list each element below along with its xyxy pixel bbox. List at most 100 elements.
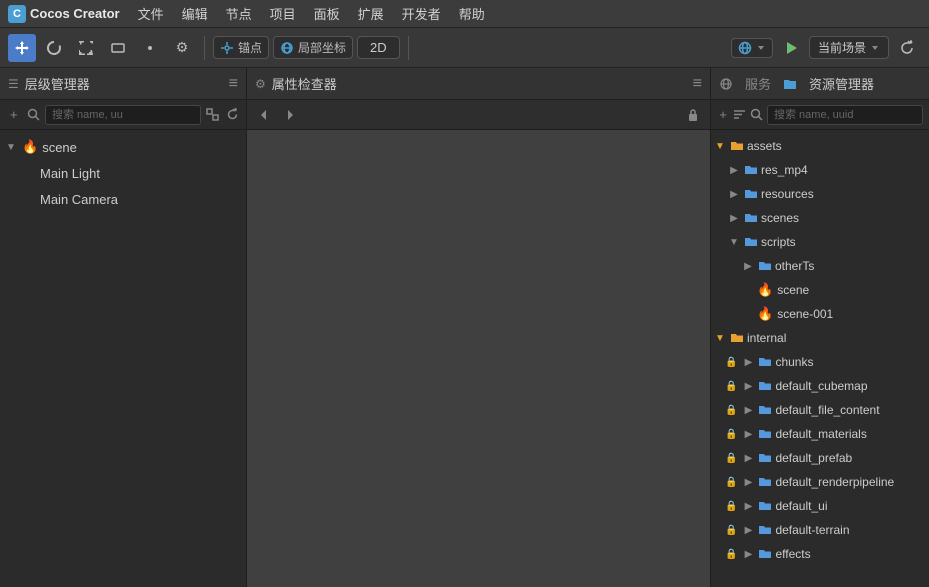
arrow-scenes[interactable]: ▶ bbox=[727, 211, 741, 225]
tab-assets[interactable]: 资源管理器 bbox=[801, 71, 882, 96]
asset-item-internal[interactable]: ▼ internal bbox=[711, 326, 929, 350]
hierarchy-search-input[interactable] bbox=[45, 105, 201, 125]
folder-icon-internal bbox=[729, 330, 745, 346]
menu-file[interactable]: 文件 bbox=[130, 1, 172, 26]
scene-fire-icon-001: 🔥 bbox=[757, 306, 773, 322]
asset-item-default-cubemap[interactable]: 🔒 ▶ default_cubemap bbox=[711, 374, 929, 398]
asset-item-scenes[interactable]: ▶ scenes bbox=[711, 206, 929, 230]
right-panel: 服务 资源管理器 + bbox=[710, 68, 929, 587]
asset-item-otherts[interactable]: ▶ otherTs bbox=[711, 254, 929, 278]
arrow-materials[interactable]: ▶ bbox=[741, 427, 755, 441]
arrow-internal[interactable]: ▼ bbox=[713, 331, 727, 345]
rect-tool-button[interactable] bbox=[104, 34, 132, 62]
asset-label-ui: default_ui bbox=[775, 499, 827, 513]
scene-viewport bbox=[247, 130, 710, 587]
tree-item-mainlight[interactable]: Main Light bbox=[0, 160, 246, 186]
transform-tool-button[interactable] bbox=[136, 34, 164, 62]
lock-icon-ui: 🔒 bbox=[725, 501, 737, 512]
assets-toolbar: + bbox=[711, 100, 929, 130]
2d-button[interactable]: 2D bbox=[357, 36, 400, 59]
refresh-button[interactable] bbox=[893, 34, 921, 62]
chevron-down-icon bbox=[756, 43, 766, 53]
folder-icon-terrain bbox=[757, 522, 773, 538]
arrow-scripts[interactable]: ▼ bbox=[727, 235, 741, 249]
arrow-otherts[interactable]: ▶ bbox=[741, 259, 755, 273]
asset-item-default-file-content[interactable]: 🔒 ▶ default_file_content bbox=[711, 398, 929, 422]
asset-item-resources[interactable]: ▶ resources bbox=[711, 182, 929, 206]
arrow-effects[interactable]: ▶ bbox=[741, 547, 755, 561]
main-area: ☰ 层级管理器 ≡ + bbox=[0, 68, 929, 587]
arrow-res-mp4[interactable]: ▶ bbox=[727, 163, 741, 177]
arrow-renderpipeline[interactable]: ▶ bbox=[741, 475, 755, 489]
nav-forward-button[interactable] bbox=[279, 104, 301, 126]
menu-panel[interactable]: 面板 bbox=[306, 1, 348, 26]
asset-item-scripts[interactable]: ▼ scripts bbox=[711, 230, 929, 254]
asset-item-default-terrain[interactable]: 🔒 ▶ default-terrain bbox=[711, 518, 929, 542]
inspector-menu-btn[interactable]: ≡ bbox=[693, 76, 702, 92]
asset-item-scene-001[interactable]: 🔥 scene-001 bbox=[711, 302, 929, 326]
lock-icon-filecontent: 🔒 bbox=[725, 405, 737, 416]
arrow-assets[interactable]: ▼ bbox=[713, 139, 727, 153]
toolbar: ⚙ 锚点 局部坐标 2D bbox=[0, 28, 929, 68]
current-scene-label[interactable]: 当前场景 bbox=[809, 36, 889, 59]
scene-nav bbox=[247, 100, 710, 130]
scale-tool-button[interactable] bbox=[72, 34, 100, 62]
add-node-button[interactable]: + bbox=[6, 104, 22, 126]
menu-node[interactable]: 节点 bbox=[218, 1, 260, 26]
nav-back-button[interactable] bbox=[253, 104, 275, 126]
menu-help[interactable]: 帮助 bbox=[451, 1, 493, 26]
hierarchy-menu-btn[interactable]: ≡ bbox=[229, 76, 238, 92]
chevron-down-icon bbox=[870, 43, 880, 53]
refresh-hierarchy-button[interactable] bbox=[225, 104, 241, 126]
refresh-icon bbox=[226, 108, 239, 121]
arrow-prefab[interactable]: ▶ bbox=[741, 451, 755, 465]
asset-item-assets[interactable]: ▼ assets bbox=[711, 134, 929, 158]
search-asset-button[interactable] bbox=[750, 104, 763, 126]
search-toggle-button[interactable] bbox=[26, 104, 42, 126]
asset-item-effects[interactable]: 🔒 ▶ effects bbox=[711, 542, 929, 566]
asset-item-default-renderpipeline[interactable]: 🔒 ▶ default_renderpipeline bbox=[711, 470, 929, 494]
asset-label-scenes: scenes bbox=[761, 211, 799, 225]
play-button[interactable] bbox=[777, 34, 805, 62]
tab-services[interactable]: 服务 bbox=[737, 71, 779, 96]
menu-project[interactable]: 项目 bbox=[262, 1, 304, 26]
asset-item-default-ui[interactable]: 🔒 ▶ default_ui bbox=[711, 494, 929, 518]
move-tool-button[interactable] bbox=[8, 34, 36, 62]
separator-2 bbox=[408, 36, 409, 60]
menu-extend[interactable]: 扩展 bbox=[350, 1, 392, 26]
localcoord-icon bbox=[280, 41, 294, 55]
localcoord-button[interactable]: 局部坐标 bbox=[273, 36, 353, 59]
asset-item-scene-file[interactable]: 🔥 scene bbox=[711, 278, 929, 302]
anchor-button[interactable]: 锚点 bbox=[213, 36, 269, 59]
arrow-ui[interactable]: ▶ bbox=[741, 499, 755, 513]
hierarchy-header: ☰ 层级管理器 ≡ bbox=[0, 68, 246, 100]
asset-item-default-prefab[interactable]: 🔒 ▶ default_prefab bbox=[711, 446, 929, 470]
settings-tool-button[interactable]: ⚙ bbox=[168, 34, 196, 62]
arrow-chunks[interactable]: ▶ bbox=[741, 355, 755, 369]
asset-item-default-materials[interactable]: 🔒 ▶ default_materials bbox=[711, 422, 929, 446]
arrow-terrain[interactable]: ▶ bbox=[741, 523, 755, 537]
lock-button[interactable] bbox=[682, 104, 704, 126]
expand-all-button[interactable] bbox=[205, 104, 221, 126]
tree-item-maincamera[interactable]: Main Camera bbox=[0, 186, 246, 212]
asset-label-materials: default_materials bbox=[775, 427, 866, 441]
arrow-filecontent[interactable]: ▶ bbox=[741, 403, 755, 417]
expand-arrow-scene[interactable]: ▼ bbox=[4, 140, 18, 154]
asset-item-res-mp4[interactable]: ▶ res_mp4 bbox=[711, 158, 929, 182]
asset-label-resources: resources bbox=[761, 187, 814, 201]
rotate-tool-button[interactable] bbox=[40, 34, 68, 62]
globe-button[interactable] bbox=[731, 38, 773, 58]
lock-icon-chunks: 🔒 bbox=[725, 357, 737, 368]
asset-item-chunks[interactable]: 🔒 ▶ chunks bbox=[711, 350, 929, 374]
arrow-resources[interactable]: ▶ bbox=[727, 187, 741, 201]
arrow-cubemap[interactable]: ▶ bbox=[741, 379, 755, 393]
hierarchy-tree: ▼ 🔥 scene Main Light Main Camera bbox=[0, 130, 246, 587]
sort-asset-button[interactable] bbox=[733, 104, 746, 126]
menu-developer[interactable]: 开发者 bbox=[394, 1, 449, 26]
tree-item-scene[interactable]: ▼ 🔥 scene bbox=[0, 134, 246, 160]
search-icon bbox=[27, 108, 40, 121]
scene-fire-icon: 🔥 bbox=[757, 282, 773, 298]
add-asset-button[interactable]: + bbox=[717, 104, 729, 126]
assets-search-input[interactable] bbox=[767, 105, 923, 125]
menu-edit[interactable]: 编辑 bbox=[174, 1, 216, 26]
